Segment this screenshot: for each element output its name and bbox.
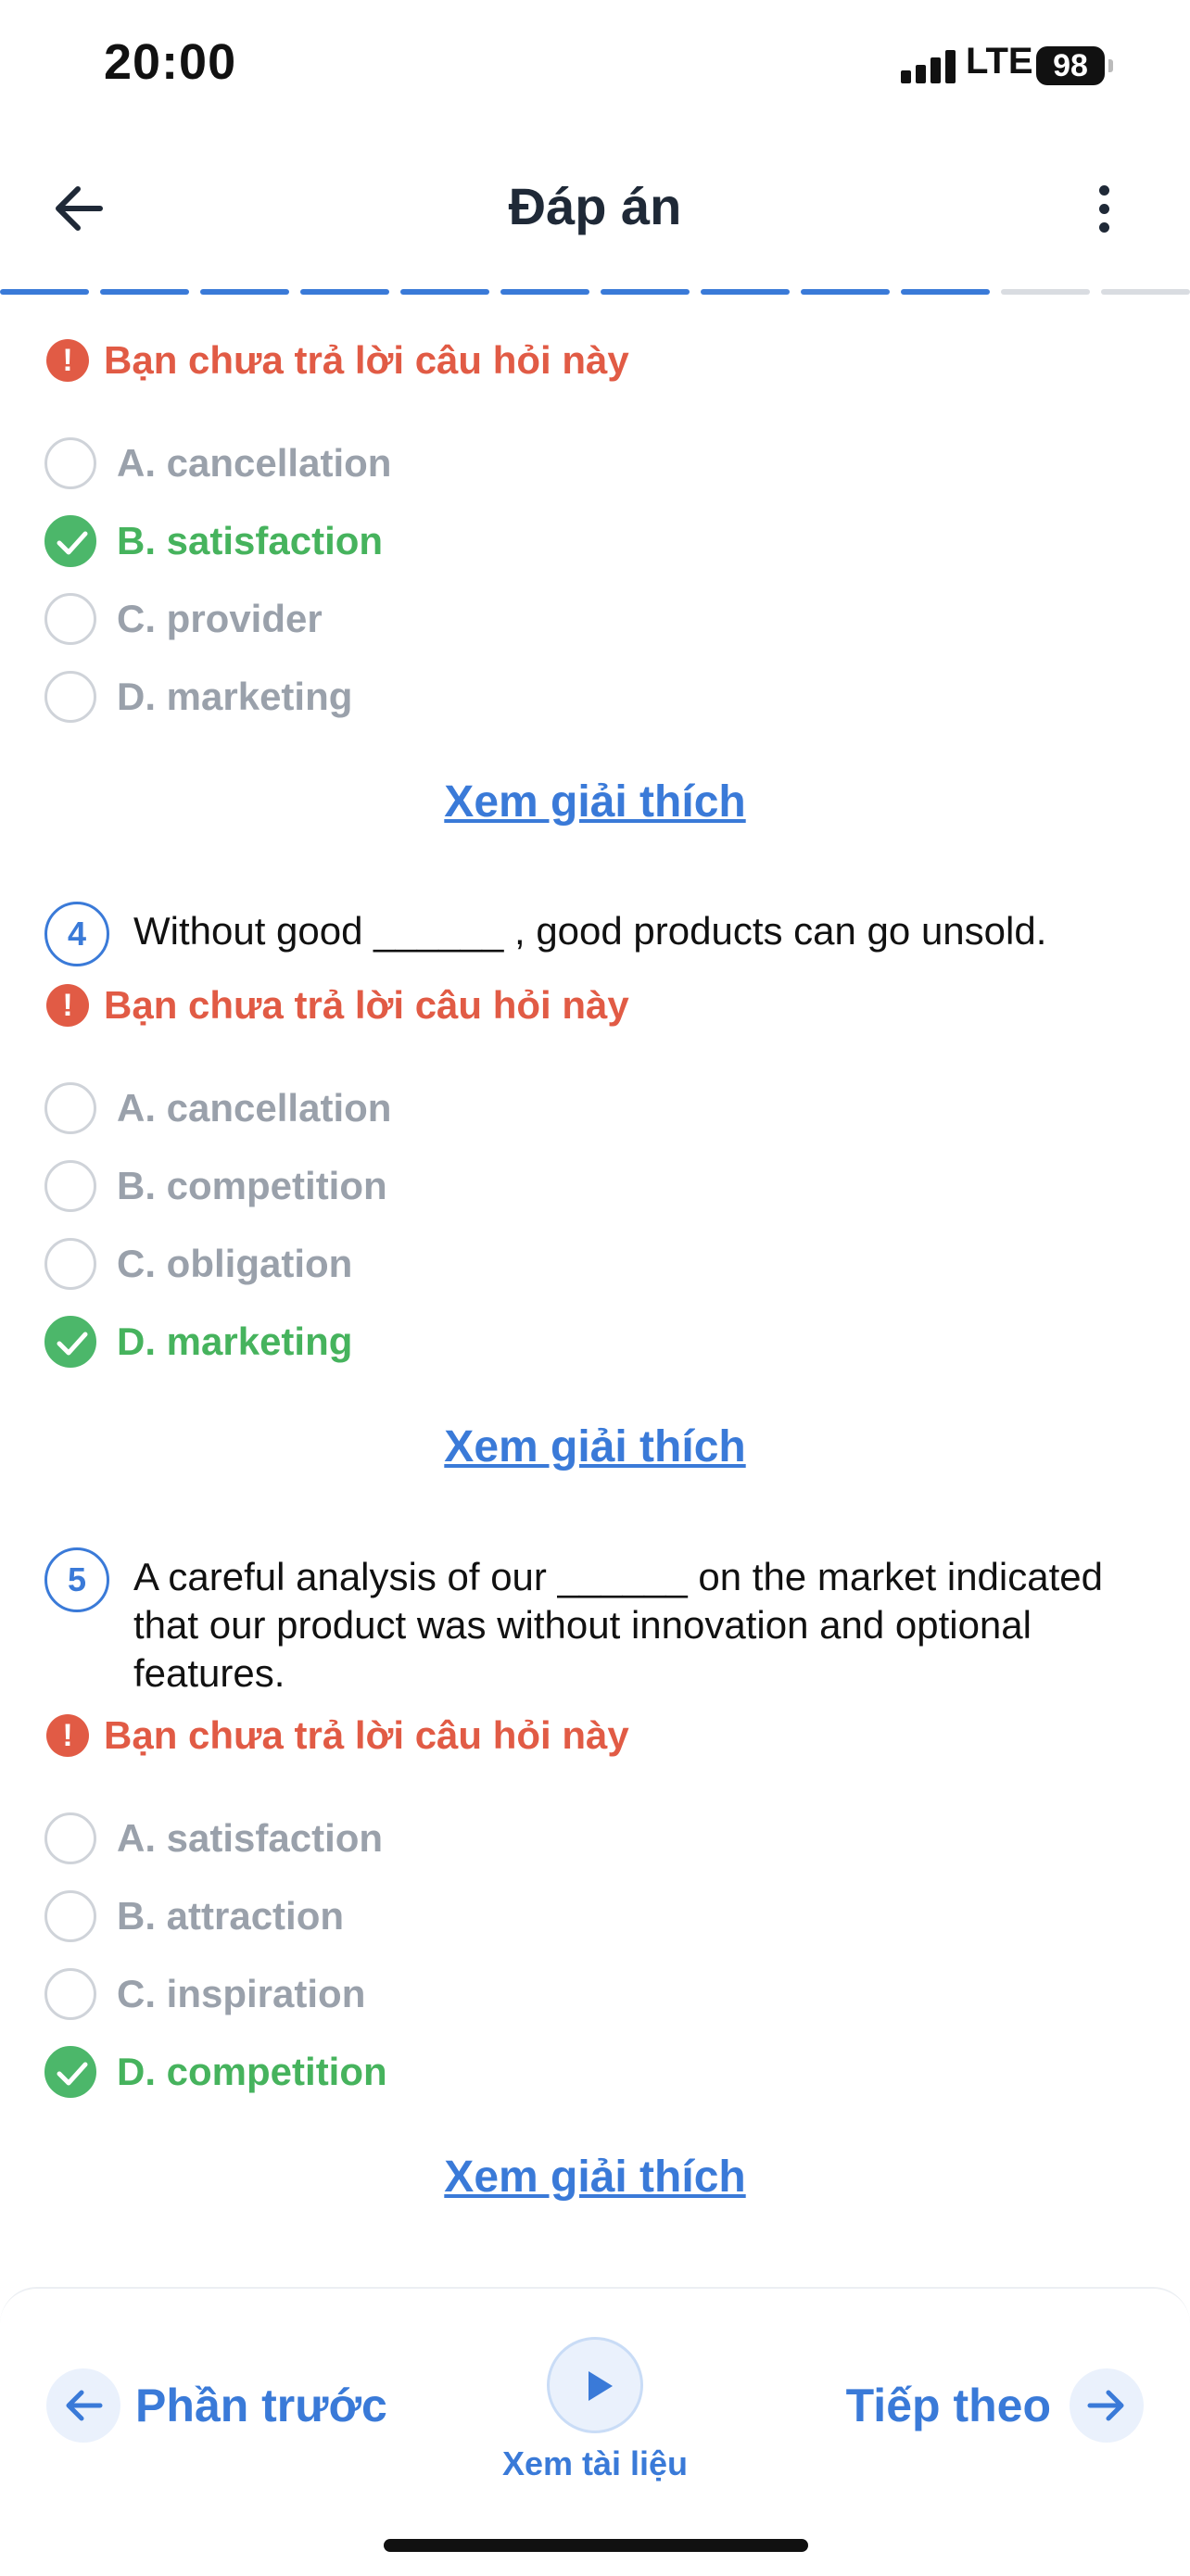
radio-circle-icon <box>44 1968 96 2020</box>
answer-option-label: D. marketing <box>117 1320 353 1363</box>
prev-section-button[interactable]: Phần trước <box>46 2368 387 2443</box>
answer-option-label: C. provider <box>117 597 323 640</box>
unanswered-warning: ! Bạn chưa trả lời câu hỏi này <box>46 337 629 384</box>
answer-option[interactable]: A. cancellation <box>44 434 391 493</box>
progress-segment <box>1101 289 1190 295</box>
answer-option[interactable]: C. obligation <box>44 1234 352 1294</box>
progress-segment <box>500 289 589 295</box>
unanswered-warning: ! Bạn chưa trả lời câu hỏi này <box>46 1712 629 1759</box>
more-vertical-icon[interactable] <box>1081 176 1127 241</box>
progress-segment <box>200 289 289 295</box>
progress-segment <box>400 289 489 295</box>
radio-circle-icon <box>44 593 96 645</box>
network-label: LTE <box>966 41 1033 82</box>
progress-segment <box>1001 289 1090 295</box>
page-title: Đáp án <box>508 177 682 235</box>
answer-option-label: A. cancellation <box>117 1086 392 1130</box>
answer-option[interactable]: B. satisfaction <box>44 511 383 571</box>
answer-option[interactable]: C. provider <box>44 589 323 649</box>
alert-icon: ! <box>46 339 89 382</box>
prev-section-label: Phần trước <box>135 2380 387 2431</box>
checkmark-circle-icon <box>44 515 96 567</box>
answer-option[interactable]: B. attraction <box>44 1887 344 1946</box>
answer-option-label: B. satisfaction <box>117 519 384 562</box>
progress-segment <box>801 289 890 295</box>
answer-option-label: D. marketing <box>117 675 353 718</box>
answer-option[interactable]: A. cancellation <box>44 1079 391 1138</box>
header: Đáp án <box>0 148 1190 269</box>
unanswered-text: Bạn chưa trả lời câu hỏi này <box>104 338 629 382</box>
bottom-nav-bar: Phần trước Xem tài liệu Tiếp theo <box>0 2287 1190 2576</box>
unanswered-text: Bạn chưa trả lời câu hỏi này <box>104 1713 629 1757</box>
unanswered-text: Bạn chưa trả lời câu hỏi này <box>104 983 629 1027</box>
answer-option[interactable]: D. marketing <box>44 1312 352 1371</box>
home-indicator <box>384 2539 808 2552</box>
answer-option[interactable]: D. competition <box>44 2042 387 2102</box>
radio-circle-icon <box>44 437 96 489</box>
question-text: Without good ______ , good products can … <box>133 909 1047 953</box>
view-document-label[interactable]: Xem tài liệu <box>0 2444 1190 2483</box>
progress-segment <box>601 289 690 295</box>
alert-icon: ! <box>46 1714 89 1757</box>
progress-segment <box>300 289 389 295</box>
explain-link[interactable]: Xem giải thích <box>0 2152 1190 2203</box>
answer-option-label: B. competition <box>117 1164 387 1207</box>
radio-circle-icon <box>44 1812 96 1864</box>
explain-link[interactable]: Xem giải thích <box>0 1421 1190 1472</box>
progress-segment <box>100 289 189 295</box>
answer-option[interactable]: C. inspiration <box>44 1964 365 2024</box>
checkmark-circle-icon <box>44 1316 96 1368</box>
answer-option-label: D. competition <box>117 2050 387 2093</box>
answer-option[interactable]: D. marketing <box>44 667 352 726</box>
question-number: 5 <box>44 1547 109 1612</box>
battery-tip <box>1108 59 1113 72</box>
progress-segment <box>701 289 790 295</box>
unanswered-warning: ! Bạn chưa trả lời câu hỏi này <box>46 982 629 1029</box>
answer-option-label: C. obligation <box>117 1242 353 1285</box>
answer-option-label: B. attraction <box>117 1894 345 1938</box>
answer-option-label: A. cancellation <box>117 441 392 485</box>
radio-circle-icon <box>44 1082 96 1134</box>
explain-link[interactable]: Xem giải thích <box>0 777 1190 827</box>
radio-circle-icon <box>44 671 96 723</box>
question-number: 4 <box>44 902 109 966</box>
next-label: Tiếp theo <box>845 2380 1051 2431</box>
next-button[interactable]: Tiếp theo <box>846 2368 1144 2443</box>
answer-option-label: C. inspiration <box>117 1972 366 2015</box>
alert-icon: ! <box>46 984 89 1027</box>
answer-option[interactable]: B. competition <box>44 1156 387 1216</box>
progress-segment <box>901 289 990 295</box>
answer-option-label: A. satisfaction <box>117 1816 384 1860</box>
play-icon[interactable] <box>547 2337 643 2433</box>
arrow-right-icon <box>1070 2368 1144 2443</box>
signal-icon <box>901 48 958 83</box>
progress-segment <box>0 289 89 295</box>
arrow-left-icon <box>46 2368 120 2443</box>
radio-circle-icon <box>44 1890 96 1942</box>
checkmark-circle-icon <box>44 2046 96 2098</box>
status-time: 20:00 <box>104 34 237 90</box>
radio-circle-icon <box>44 1238 96 1290</box>
status-bar: 20:00 LTE 98 <box>0 0 1190 139</box>
radio-circle-icon <box>44 1160 96 1212</box>
answer-option[interactable]: A. satisfaction <box>44 1809 383 1868</box>
question-text: A careful analysis of our ______ on the … <box>133 1555 1103 1695</box>
question-progress-bar <box>0 289 1190 297</box>
battery-icon: 98 <box>1036 46 1105 85</box>
